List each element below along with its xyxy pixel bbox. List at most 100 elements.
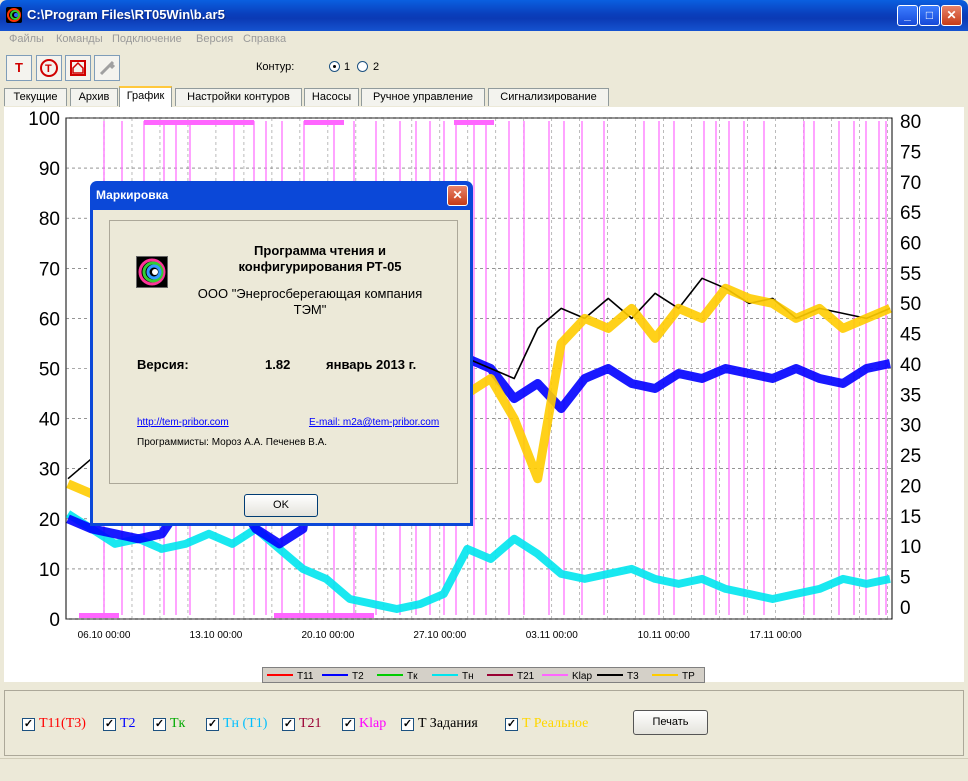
y-right-tick-label: 40 xyxy=(900,355,921,376)
legend-label: Tк xyxy=(407,671,418,682)
y-right-tick-label: 60 xyxy=(900,233,921,254)
tab-archive[interactable]: Архив xyxy=(70,88,118,106)
y-right-tick-label: 30 xyxy=(900,416,921,437)
x-tick-label: 27.10 00:00 xyxy=(413,630,466,641)
y-right-tick-label: 45 xyxy=(900,325,921,346)
minimize-button[interactable]: _ xyxy=(897,5,918,26)
app-icon xyxy=(6,7,22,23)
version-label: Версия: xyxy=(137,357,189,372)
legend-label: T3 xyxy=(627,671,639,682)
klap-bottom-band xyxy=(274,613,374,618)
tab-alarms[interactable]: Сигнализирование xyxy=(488,88,609,106)
menu-version[interactable]: Версия xyxy=(196,33,233,45)
series-checkbox[interactable]: ✓ xyxy=(505,718,518,731)
tab-graph[interactable]: График xyxy=(119,86,172,107)
series-checkbox-label: T21 xyxy=(299,716,322,731)
series-checkbox-label: Tк xyxy=(170,716,186,731)
series-checkbox-label: Klap xyxy=(359,716,387,731)
status-bar xyxy=(0,758,968,781)
y-left-tick-label: 30 xyxy=(39,460,60,481)
contour-option-2: 2 xyxy=(373,61,380,73)
chart-legend: T11 T2 Tк Tн T21 Klap T3 TP xyxy=(262,667,705,683)
x-tick-label: 06.10 00:00 xyxy=(78,630,131,641)
y-right-tick-label: 50 xyxy=(900,294,921,315)
menu-connection[interactable]: Подключение xyxy=(112,33,182,45)
wrench-icon xyxy=(99,60,116,76)
dialog-close-button[interactable]: ✕ xyxy=(447,185,468,206)
series-checkbox[interactable]: ✓ xyxy=(401,718,414,731)
y-right-tick-label: 20 xyxy=(900,476,921,497)
y-right-tick-label: 5 xyxy=(900,567,911,588)
dialog-inner-panel: Программа чтения и конфигурирования РТ-0… xyxy=(109,220,458,484)
y-right-tick-label: 75 xyxy=(900,142,921,163)
toolbar: T T Контур: 1 2 xyxy=(0,50,968,86)
company-line2: ТЭМ" xyxy=(293,302,327,317)
series-panel: ✓ T11(T3) ✓ T2 ✓ Tк ✓ Tн (T1) ✓ T21 ✓ Klap ✓ T Задани… xyxy=(4,690,964,756)
series-checkbox-label: T11(T3) xyxy=(39,716,86,731)
x-tick-label: 10.11 00:00 xyxy=(638,630,691,641)
email-link[interactable]: E-mail: m2a@tem-pribor.com xyxy=(309,417,439,428)
legend-label: Tн xyxy=(462,671,474,682)
series-checkbox-label: T Реальное xyxy=(522,716,589,731)
klap-top-band xyxy=(144,120,254,125)
contour-radio-2[interactable] xyxy=(357,61,368,72)
settings-tool-button[interactable] xyxy=(94,55,120,81)
series-checkbox[interactable]: ✓ xyxy=(153,718,166,731)
t-tool-button[interactable]: T xyxy=(6,55,32,81)
gauge-tool-button[interactable]: T xyxy=(36,55,62,81)
print-button[interactable]: Печать xyxy=(633,710,708,735)
website-link[interactable]: http://tem-pribor.com xyxy=(137,417,229,428)
series-checkbox-label: T Задания xyxy=(418,716,478,731)
programmers-text: Программисты: Мороз А.А. Печенев В.А. xyxy=(137,437,328,448)
contour-radio-1[interactable] xyxy=(329,61,340,72)
house-icon xyxy=(70,60,86,76)
menu-bar: Файлы Команды Подключение Версия Справка xyxy=(0,31,968,49)
tab-current[interactable]: Текущие xyxy=(4,88,67,106)
series-checkbox[interactable]: ✓ xyxy=(342,718,355,731)
legend-label: T2 xyxy=(352,671,364,682)
y-left-tick-label: 0 xyxy=(49,610,60,631)
close-button[interactable]: ✕ xyxy=(941,5,962,26)
series-checkbox[interactable]: ✓ xyxy=(206,718,219,731)
menu-files[interactable]: Файлы xyxy=(9,33,44,45)
contour-label: Контур: xyxy=(256,61,295,73)
y-right-tick-label: 80 xyxy=(900,112,921,133)
series-checkbox[interactable]: ✓ xyxy=(22,718,35,731)
tab-pumps[interactable]: Насосы xyxy=(304,88,359,106)
t-icon: T xyxy=(15,60,23,75)
y-left-tick-label: 90 xyxy=(39,159,60,180)
x-tick-label: 17.11 00:00 xyxy=(750,630,803,641)
y-right-tick-label: 70 xyxy=(900,173,921,194)
legend-label: TP xyxy=(682,671,695,682)
window-title: C:\Program Files\RT05Win\b.ar5 xyxy=(27,7,225,22)
y-left-tick-label: 80 xyxy=(39,209,60,230)
menu-help[interactable]: Справка xyxy=(243,33,286,45)
klap-top-band xyxy=(454,120,494,125)
y-right-tick-label: 10 xyxy=(900,537,921,558)
contour-option-1: 1 xyxy=(344,61,351,73)
menu-commands[interactable]: Команды xyxy=(56,33,103,45)
legend-label: T21 xyxy=(517,671,535,682)
y-left-tick-label: 70 xyxy=(39,259,60,280)
house-tool-button[interactable] xyxy=(65,55,91,81)
company-line1: ООО "Энергосберегающая компания xyxy=(197,286,423,301)
y-left-tick-label: 50 xyxy=(39,360,60,381)
series-checkbox-label: T2 xyxy=(120,716,136,731)
y-left-tick-label: 40 xyxy=(39,410,60,431)
program-logo-icon xyxy=(136,256,168,288)
series-checkbox[interactable]: ✓ xyxy=(282,718,295,731)
tab-contour-settings[interactable]: Настройки контуров xyxy=(175,88,302,106)
svg-text:T: T xyxy=(45,63,52,75)
y-right-tick-label: 65 xyxy=(900,203,921,224)
series-checkbox[interactable]: ✓ xyxy=(103,718,116,731)
x-tick-label: 03.11 00:00 xyxy=(526,630,579,641)
dialog-body: Программа чтения и конфигурирования РТ-0… xyxy=(93,210,470,523)
y-right-tick-label: 35 xyxy=(900,385,921,406)
y-left-tick-label: 20 xyxy=(39,510,60,531)
klap-top-band xyxy=(304,120,344,125)
tab-manual-control[interactable]: Ручное управление xyxy=(361,88,485,106)
about-dialog: Маркировка ✕ Программа чтения и конфигур… xyxy=(90,181,473,526)
y-right-tick-label: 55 xyxy=(900,264,921,285)
dialog-ok-button[interactable]: OK xyxy=(244,494,318,517)
maximize-button[interactable]: □ xyxy=(919,5,940,26)
